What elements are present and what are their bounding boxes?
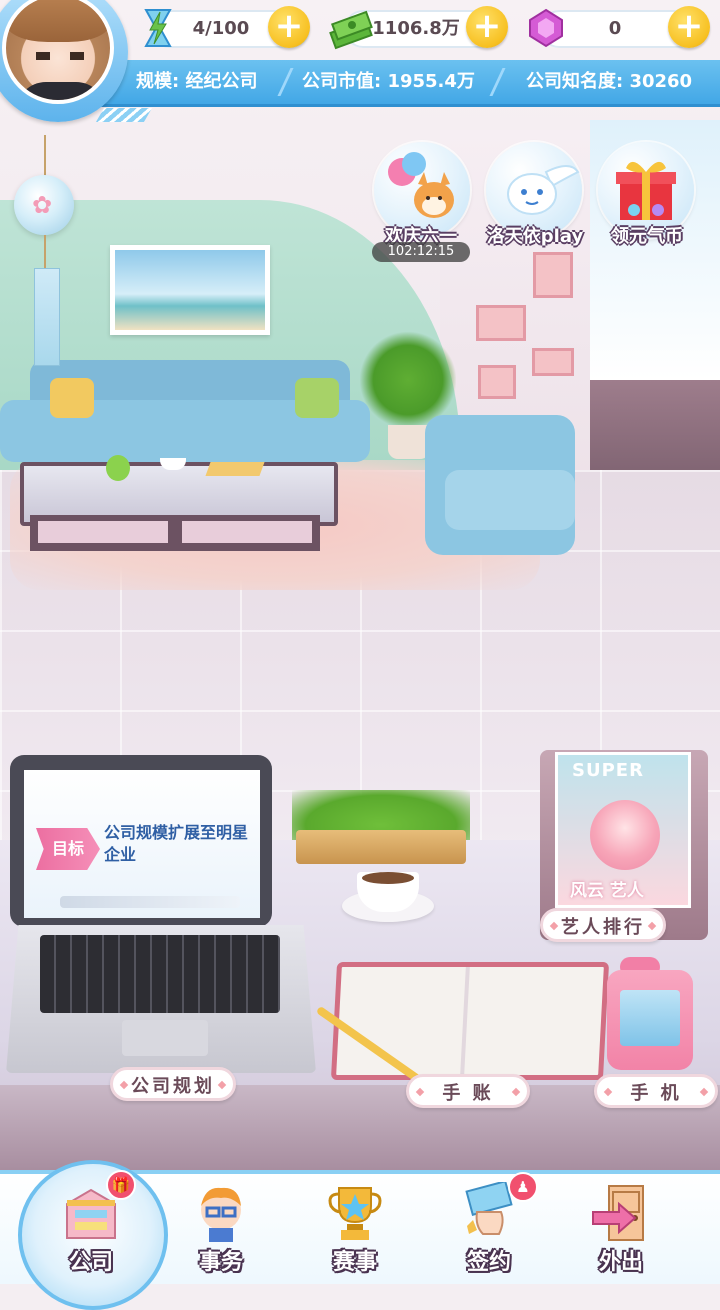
nav-affairs[interactable]: 事务 [166,1176,276,1280]
desk-planter [296,830,466,864]
energy-value: 4/100 [192,18,250,39]
journal-notebook[interactable] [330,962,610,1080]
table-drawer [38,521,168,543]
wind-chime[interactable]: ✿ [14,175,74,235]
money-value: 1106.8万 [372,18,460,39]
company-plan-button[interactable]: 公司规划 [110,1067,236,1101]
trophy-star-icon [328,1187,382,1240]
add-money-button[interactable]: + [466,6,508,48]
nav-competition[interactable]: 赛事 [300,1176,410,1280]
event-label: 领元气币 [611,226,683,247]
wind-chime-paper [34,268,60,366]
beach-painting [110,245,270,335]
green-pillow [295,378,339,418]
wall-shelf [476,305,526,341]
laptop-keyboard [40,935,280,1013]
wind-chime-string [44,135,46,180]
nav-outing[interactable]: 外出 [566,1176,676,1280]
coffee [362,872,414,884]
goal-tag: 目标 [36,828,100,870]
hourglass-bolt-icon [138,6,178,54]
magazine-idol [590,800,660,870]
sakura-icon: ✿ [32,191,53,219]
wind-chime-string [44,235,46,270]
plant-pot [388,425,430,459]
table-book [205,462,265,476]
add-gems-button[interactable]: + [668,6,710,48]
magazine-cover-line: 风云 艺人 [570,881,644,901]
nav-label: 事务 [198,1250,243,1275]
event-label: 洛天依play [486,226,584,247]
yellow-pillow [50,378,94,418]
gem-value: 0 [608,18,622,39]
phone-screen [620,990,680,1046]
phone-button[interactable]: 手 机 [594,1074,718,1108]
company-scale: 规模: 经纪公司 [136,71,258,92]
event-timer: 102:12:15 [372,242,470,262]
avatar-ribbon [95,108,153,122]
avatar-eyes [36,52,84,60]
flower-vase [106,455,130,481]
door-exit-icon [592,1185,644,1241]
magazine-title: SUPER [572,760,644,781]
journal-button[interactable]: 手 账 [406,1074,530,1108]
nav-label: 签约 [466,1250,511,1275]
wall-shelf [533,252,573,298]
company-fame: 公司知名度: 30260 [526,71,693,92]
artist-ranking-button[interactable]: 艺人排行 [540,908,666,942]
company-market-value: 公司市值: 1955.4万 [302,71,475,92]
staff-glasses-icon [201,1187,241,1242]
wall-shelf [478,365,516,399]
table-drawer [182,521,312,543]
cash-stack-icon [328,4,374,54]
nav-label: 公司 [68,1250,113,1275]
person-badge-icon: ♟ [508,1172,538,1202]
coffee-table-base [30,515,320,551]
nav-label: 赛事 [332,1250,377,1275]
laptop-touchpad [122,1020,208,1056]
goal-text: 公司规模扩展至明星企业 [104,823,249,864]
gift-badge-icon: 🎁 [106,1170,136,1200]
armchair-seat [445,470,575,530]
nav-label: 外出 [598,1250,643,1275]
add-energy-button[interactable]: + [268,6,310,48]
pink-gem-icon [526,8,566,52]
laptop-dock [60,896,240,908]
wall-shelf [532,348,574,376]
avatar-hair [6,0,110,42]
